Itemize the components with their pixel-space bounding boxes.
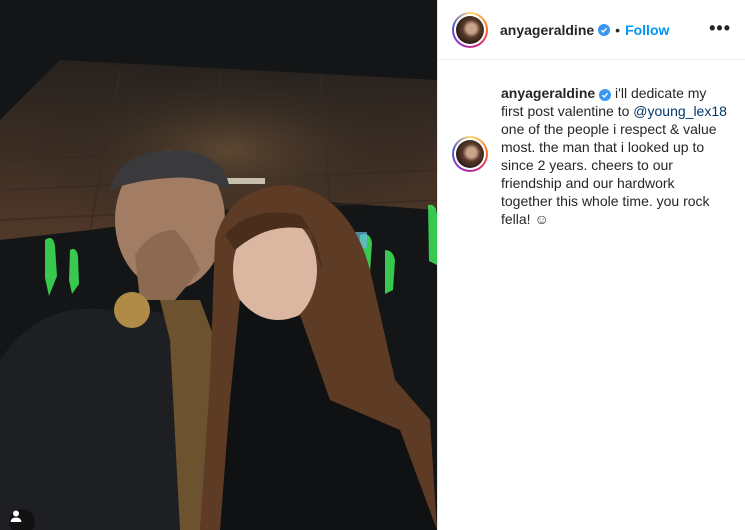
more-options-icon[interactable]: ••• bbox=[709, 18, 731, 38]
caption-text: anyageraldine i'll dedicate my first pos… bbox=[501, 84, 729, 228]
separator-dot: • bbox=[615, 21, 621, 38]
avatar bbox=[456, 15, 484, 44]
tagged-users-button[interactable] bbox=[9, 509, 35, 530]
avatar bbox=[456, 140, 484, 168]
story-ring[interactable] bbox=[452, 11, 488, 48]
instagram-post: anyageraldine • Follow ••• anyageraldine… bbox=[0, 0, 745, 530]
caption-avatar[interactable] bbox=[452, 136, 488, 172]
verified-badge-icon bbox=[598, 23, 611, 36]
post-sidebar: anyageraldine • Follow ••• anyageraldine… bbox=[437, 0, 745, 530]
caption-block: anyageraldine i'll dedicate my first pos… bbox=[438, 60, 745, 228]
follow-button[interactable]: Follow bbox=[625, 22, 669, 38]
user-tag-icon bbox=[10, 510, 22, 522]
caption-text-part2: one of the people i respect & value most… bbox=[501, 121, 717, 227]
photo-illustration bbox=[0, 0, 437, 530]
header-username[interactable]: anyageraldine bbox=[500, 22, 594, 38]
post-photo[interactable] bbox=[0, 0, 437, 530]
post-header: anyageraldine • Follow ••• bbox=[438, 0, 745, 60]
verified-badge-icon bbox=[599, 89, 612, 101]
caption-username[interactable]: anyageraldine bbox=[501, 85, 595, 101]
mention-link[interactable]: @young_lex18 bbox=[633, 103, 727, 119]
